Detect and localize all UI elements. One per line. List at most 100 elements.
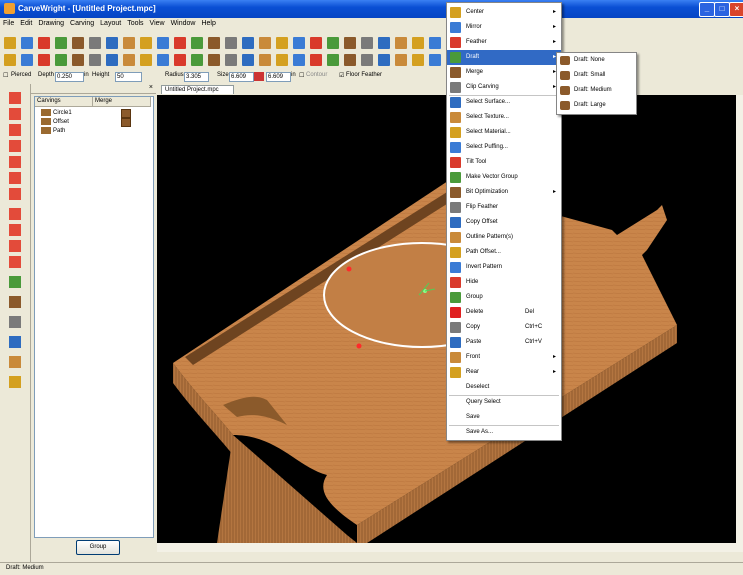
- menu-item-select-surface[interactable]: Select Surface...: [447, 95, 561, 110]
- menu-item-clip-carving[interactable]: Clip Carving ▸: [447, 80, 561, 95]
- submenu-item-draft-none[interactable]: Draft: None: [557, 53, 636, 68]
- menu-item-save-as[interactable]: Save As...: [447, 425, 561, 440]
- close-button[interactable]: ×: [729, 2, 743, 17]
- menu-window[interactable]: Window: [168, 19, 199, 27]
- toolbar-button-icon[interactable]: [157, 54, 169, 66]
- pierced-checkbox[interactable]: ☐: [3, 72, 8, 79]
- column-merge[interactable]: Merge: [93, 97, 151, 107]
- horizontal-scrollbar[interactable]: [157, 543, 743, 552]
- toolbar-button-icon[interactable]: [412, 37, 424, 49]
- toolbar-button-icon[interactable]: [361, 37, 373, 49]
- menu-item-bit-optimization[interactable]: Bit Optimization ▸: [447, 185, 561, 200]
- toolbar-button-icon[interactable]: [310, 54, 322, 66]
- toolbar-button-icon[interactable]: [106, 37, 118, 49]
- depth-field[interactable]: 0.250: [55, 72, 84, 82]
- menu-item-group[interactable]: Group: [447, 290, 561, 305]
- toolbar-button-icon[interactable]: [89, 54, 101, 66]
- menu-item-make-vector-group[interactable]: Make Vector Group: [447, 170, 561, 185]
- toolbar-button-icon[interactable]: [191, 37, 203, 49]
- toolbar-button-icon[interactable]: [378, 54, 390, 66]
- toolbar-button-icon[interactable]: [327, 54, 339, 66]
- drawing-tool-icon[interactable]: [9, 224, 21, 236]
- toolbar-button-icon[interactable]: [4, 54, 16, 66]
- contour-checkbox[interactable]: ☐: [299, 72, 304, 79]
- menu-item-select-texture[interactable]: Select Texture...: [447, 110, 561, 125]
- toolbar-button-icon[interactable]: [21, 37, 33, 49]
- toolbar-button-icon[interactable]: [259, 37, 271, 49]
- toolbar-button-icon[interactable]: [140, 54, 152, 66]
- tree-item-offset[interactable]: Offset: [41, 118, 69, 126]
- toolbar-button-icon[interactable]: [242, 37, 254, 49]
- floor-feather-checkbox[interactable]: ☑: [339, 72, 344, 79]
- toolbar-button-icon[interactable]: [361, 54, 373, 66]
- menu-carving[interactable]: Carving: [67, 19, 97, 27]
- toolbar-button-icon[interactable]: [72, 54, 84, 66]
- toolbar-button-icon[interactable]: [89, 37, 101, 49]
- vertical-scrollbar[interactable]: [736, 95, 743, 543]
- tree-item-path[interactable]: Path: [41, 127, 65, 135]
- toolbar-button-icon[interactable]: [174, 37, 186, 49]
- maximize-button[interactable]: □: [714, 2, 730, 17]
- menu-item-draft[interactable]: Draft ▸: [447, 50, 561, 65]
- menu-help[interactable]: Help: [198, 19, 218, 27]
- menu-item-tilt-tool[interactable]: Tilt Tool: [447, 155, 561, 170]
- toolbar-button-icon[interactable]: [140, 37, 152, 49]
- menu-item-path-offset[interactable]: Path Offset...: [447, 245, 561, 260]
- toolbar-button-icon[interactable]: [293, 54, 305, 66]
- toolbar-button-icon[interactable]: [344, 54, 356, 66]
- toolbar-button-icon[interactable]: [242, 54, 254, 66]
- radius-field[interactable]: 3.305: [184, 72, 209, 82]
- menu-view[interactable]: View: [147, 19, 168, 27]
- toolbar-button-icon[interactable]: [412, 54, 424, 66]
- menu-item-save[interactable]: Save: [447, 410, 561, 425]
- menu-drawing[interactable]: Drawing: [35, 19, 67, 27]
- toolbar-button-icon[interactable]: [72, 37, 84, 49]
- menu-item-copy-offset[interactable]: Copy Offset: [447, 215, 561, 230]
- drawing-tool-icon[interactable]: [9, 316, 21, 328]
- submenu-item-draft-medium[interactable]: Draft: Medium: [557, 83, 636, 98]
- drawing-tool-icon[interactable]: [9, 240, 21, 252]
- submenu-item-draft-large[interactable]: Draft: Large: [557, 98, 636, 113]
- size-height-field[interactable]: 6.609: [266, 72, 291, 82]
- column-carvings[interactable]: Carvings: [35, 97, 93, 107]
- drawing-tool-icon[interactable]: [9, 376, 21, 388]
- toolbar-button-icon[interactable]: [395, 54, 407, 66]
- menu-item-outline-pattern-s[interactable]: Outline Pattern(s): [447, 230, 561, 245]
- drawing-tool-icon[interactable]: [9, 172, 21, 184]
- toolbar-button-icon[interactable]: [276, 37, 288, 49]
- toolbar-button-icon[interactable]: [344, 37, 356, 49]
- drawing-tool-icon[interactable]: [9, 336, 21, 348]
- toolbar-button-icon[interactable]: [55, 37, 67, 49]
- toolbar-button-icon[interactable]: [106, 54, 118, 66]
- toolbar-button-icon[interactable]: [293, 37, 305, 49]
- toolbar-button-icon[interactable]: [38, 37, 50, 49]
- submenu-item-draft-small[interactable]: Draft: Small: [557, 68, 636, 83]
- menu-file[interactable]: File: [0, 19, 17, 27]
- group-button[interactable]: Group: [76, 540, 120, 555]
- toolbar-button-icon[interactable]: [395, 37, 407, 49]
- menu-item-copy[interactable]: Copy Ctrl+C: [447, 320, 561, 335]
- toolbar-button-icon[interactable]: [21, 54, 33, 66]
- menu-item-delete[interactable]: Delete Del: [447, 305, 561, 320]
- menu-edit[interactable]: Edit: [17, 19, 35, 27]
- menu-layout[interactable]: Layout: [97, 19, 124, 27]
- drawing-tool-icon[interactable]: [9, 276, 21, 288]
- menu-item-query-select[interactable]: Query Select: [447, 395, 561, 410]
- menu-tools[interactable]: Tools: [124, 19, 146, 27]
- menu-item-invert-pattern[interactable]: Invert Pattern: [447, 260, 561, 275]
- menu-item-merge[interactable]: Merge ▸: [447, 65, 561, 80]
- merge-icon[interactable]: [121, 118, 131, 127]
- drawing-tool-icon[interactable]: [9, 108, 21, 120]
- drawing-tool-icon[interactable]: [9, 92, 21, 104]
- toolbar-button-icon[interactable]: [55, 54, 67, 66]
- toolbar-button-icon[interactable]: [123, 37, 135, 49]
- menu-item-hide[interactable]: Hide: [447, 275, 561, 290]
- panel-close-icon[interactable]: ×: [149, 84, 153, 91]
- menu-item-front[interactable]: Front ▸: [447, 350, 561, 365]
- toolbar-button-icon[interactable]: [225, 54, 237, 66]
- drawing-tool-icon[interactable]: [9, 188, 21, 200]
- tree-item-circle1[interactable]: Circle1: [41, 109, 72, 117]
- drawing-tool-icon[interactable]: [9, 156, 21, 168]
- toolbar-button-icon[interactable]: [310, 37, 322, 49]
- drawing-tool-icon[interactable]: [9, 208, 21, 220]
